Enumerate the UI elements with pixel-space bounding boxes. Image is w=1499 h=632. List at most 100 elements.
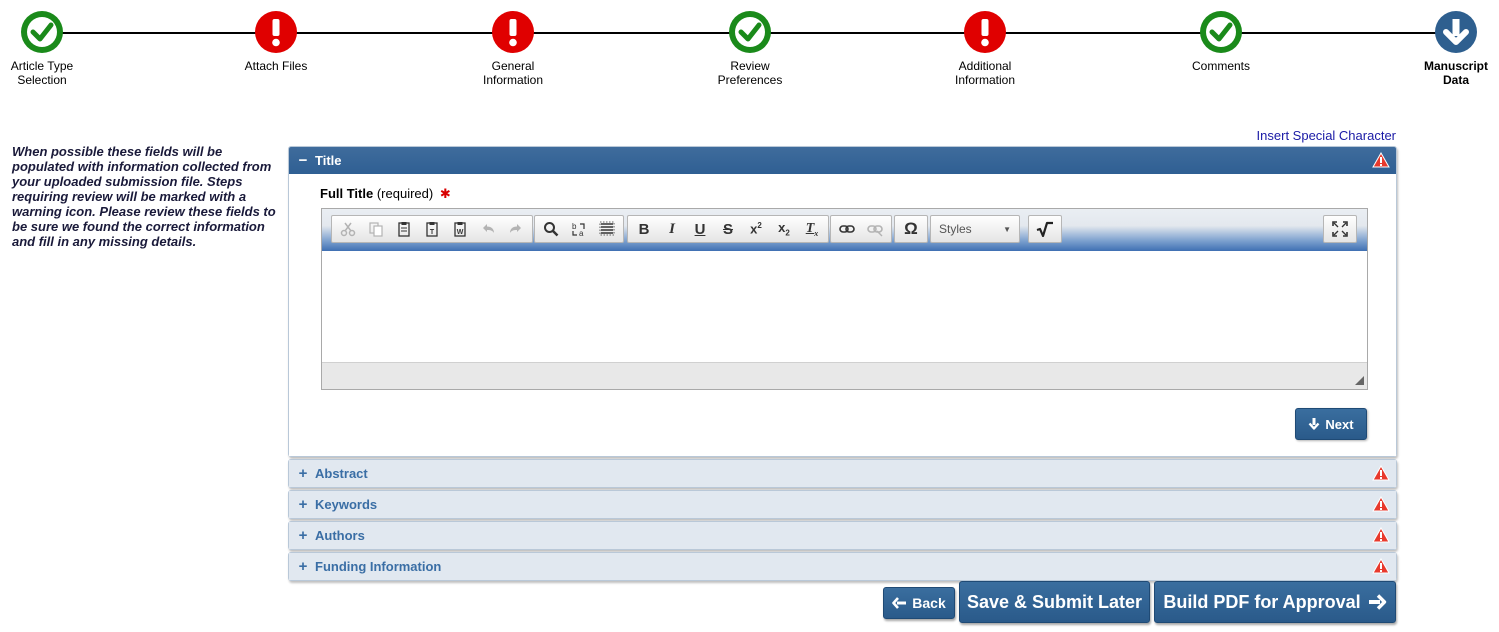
build-pdf-button[interactable]: Build PDF for Approval	[1154, 581, 1396, 623]
bold-icon: B	[638, 220, 650, 238]
step-comments[interactable]: Comments	[1151, 10, 1291, 73]
field-hint: (required)	[376, 186, 434, 201]
step-label: Additional Information	[954, 59, 1016, 87]
unlink-button[interactable]	[861, 216, 889, 242]
paste-text-button[interactable]: T	[418, 216, 446, 242]
maximize-button[interactable]	[1326, 216, 1354, 242]
undo-button[interactable]	[474, 216, 502, 242]
special-character-button[interactable]: Ω	[897, 216, 925, 242]
step-label: Article Type Selection	[10, 59, 74, 87]
cut-button[interactable]	[334, 216, 362, 242]
arrow-down-circle-icon	[1435, 11, 1477, 53]
copy-button[interactable]	[362, 216, 390, 242]
save-button-label: Save & Submit Later	[966, 591, 1143, 612]
styles-combo-group: Styles ▼	[930, 215, 1020, 243]
warning-icon	[1372, 152, 1390, 168]
svg-text:T: T	[430, 229, 435, 236]
step-additional-information[interactable]: Additional Information	[915, 10, 1055, 87]
full-title-label: Full Title (required) ✱	[320, 186, 451, 202]
remove-format-button[interactable]: Tx	[798, 216, 826, 242]
special-char-group: Ω	[894, 215, 928, 243]
find-button[interactable]	[537, 216, 565, 242]
square-root-icon	[1036, 221, 1053, 237]
replace-button[interactable]: ba	[565, 216, 593, 242]
exclamation-circle-icon	[964, 11, 1006, 53]
link-icon	[839, 225, 855, 233]
panel-title: Authors	[315, 528, 365, 543]
save-submit-later-button[interactable]: Save & Submit Later	[959, 581, 1150, 623]
panel-title: Funding Information	[315, 559, 442, 574]
expand-icon: +	[298, 527, 308, 544]
editor-status-bar	[322, 362, 1367, 389]
check-circle-icon	[729, 11, 771, 53]
next-button-label: Next	[1325, 416, 1354, 432]
expand-icon: +	[298, 465, 308, 482]
omega-icon: Ω	[904, 219, 918, 238]
superscript-icon: x2	[750, 221, 762, 237]
editor-toolbar: T W b a B I U S x2 x2 Tx Ω Styles ▼	[322, 209, 1367, 251]
abstract-panel-header[interactable]: + Abstract	[289, 460, 1396, 487]
next-button[interactable]: Next	[1295, 408, 1367, 440]
undo-icon	[483, 224, 494, 233]
expand-icon: +	[298, 496, 308, 513]
step-attach-files[interactable]: Attach Files	[206, 10, 346, 73]
bold-button[interactable]: B	[630, 216, 658, 242]
styles-dropdown-label: Styles	[939, 222, 972, 236]
authors-panel-header[interactable]: + Authors	[289, 522, 1396, 549]
resize-handle-icon[interactable]	[1355, 376, 1364, 385]
step-general-information[interactable]: General Information	[443, 10, 583, 87]
superscript-button[interactable]: x2	[742, 216, 770, 242]
italic-button[interactable]: I	[658, 216, 686, 242]
step-label: Manuscript Data	[1423, 59, 1488, 87]
step-label: General Information	[482, 59, 544, 87]
underline-icon: U	[694, 220, 706, 238]
insert-special-character-link[interactable]: Insert Special Character	[1257, 128, 1396, 143]
underline-button[interactable]: U	[686, 216, 714, 242]
styles-dropdown[interactable]: Styles ▼	[931, 216, 1019, 242]
basic-styles-group: B I U S x2 x2 Tx	[627, 215, 829, 243]
panel-title: Title	[315, 153, 342, 168]
back-button[interactable]: Back	[883, 587, 955, 619]
title-panel-header[interactable]: − Title	[289, 147, 1396, 174]
warning-icon	[1372, 496, 1390, 512]
remove-format-icon: Tx	[805, 220, 819, 238]
keywords-panel: + Keywords	[288, 490, 1397, 519]
paste-word-button[interactable]: W	[446, 216, 474, 242]
keywords-panel-header[interactable]: + Keywords	[289, 491, 1396, 518]
strikethrough-button[interactable]: S	[714, 216, 742, 242]
paste-text-icon: T	[426, 222, 438, 237]
expand-icon: +	[298, 558, 308, 575]
paste-button[interactable]	[390, 216, 418, 242]
select-all-icon	[599, 221, 615, 236]
link-button[interactable]	[833, 216, 861, 242]
svg-text:a: a	[579, 229, 584, 237]
clipboard-group: T W	[331, 215, 533, 243]
select-all-button[interactable]	[593, 216, 621, 242]
warning-icon	[1372, 527, 1390, 543]
svg-text:W: W	[457, 229, 464, 236]
scissors-icon	[340, 222, 356, 237]
check-circle-icon	[21, 11, 63, 53]
authors-panel: + Authors	[288, 521, 1397, 550]
abstract-panel: + Abstract	[288, 459, 1397, 488]
clipboard-icon	[398, 222, 410, 237]
warning-icon	[1372, 465, 1390, 481]
manuscript-data-accordion: − Title Full Title (required) ✱ T W b a …	[288, 146, 1397, 583]
funding-information-panel-header[interactable]: + Funding Information	[289, 553, 1396, 580]
paste-word-icon: W	[454, 222, 466, 237]
subscript-button[interactable]: x2	[770, 216, 798, 242]
step-manuscript-data[interactable]: Manuscript Data	[1386, 10, 1499, 87]
subscript-icon: x2	[778, 220, 790, 238]
arrow-right-icon	[1368, 594, 1386, 610]
title-editor-area[interactable]	[322, 251, 1367, 362]
search-icon	[544, 222, 559, 237]
title-panel-body: Full Title (required) ✱ T W b a B I U S …	[289, 174, 1396, 456]
step-label: Review Preferences	[717, 59, 783, 87]
exclamation-circle-icon	[255, 11, 297, 53]
step-label: Attach Files	[244, 59, 308, 73]
step-review-preferences[interactable]: Review Preferences	[680, 10, 820, 87]
equation-button[interactable]	[1031, 216, 1059, 242]
step-article-type-selection[interactable]: Article Type Selection	[0, 10, 112, 87]
redo-button[interactable]	[502, 216, 530, 242]
arrow-left-icon	[892, 597, 907, 609]
